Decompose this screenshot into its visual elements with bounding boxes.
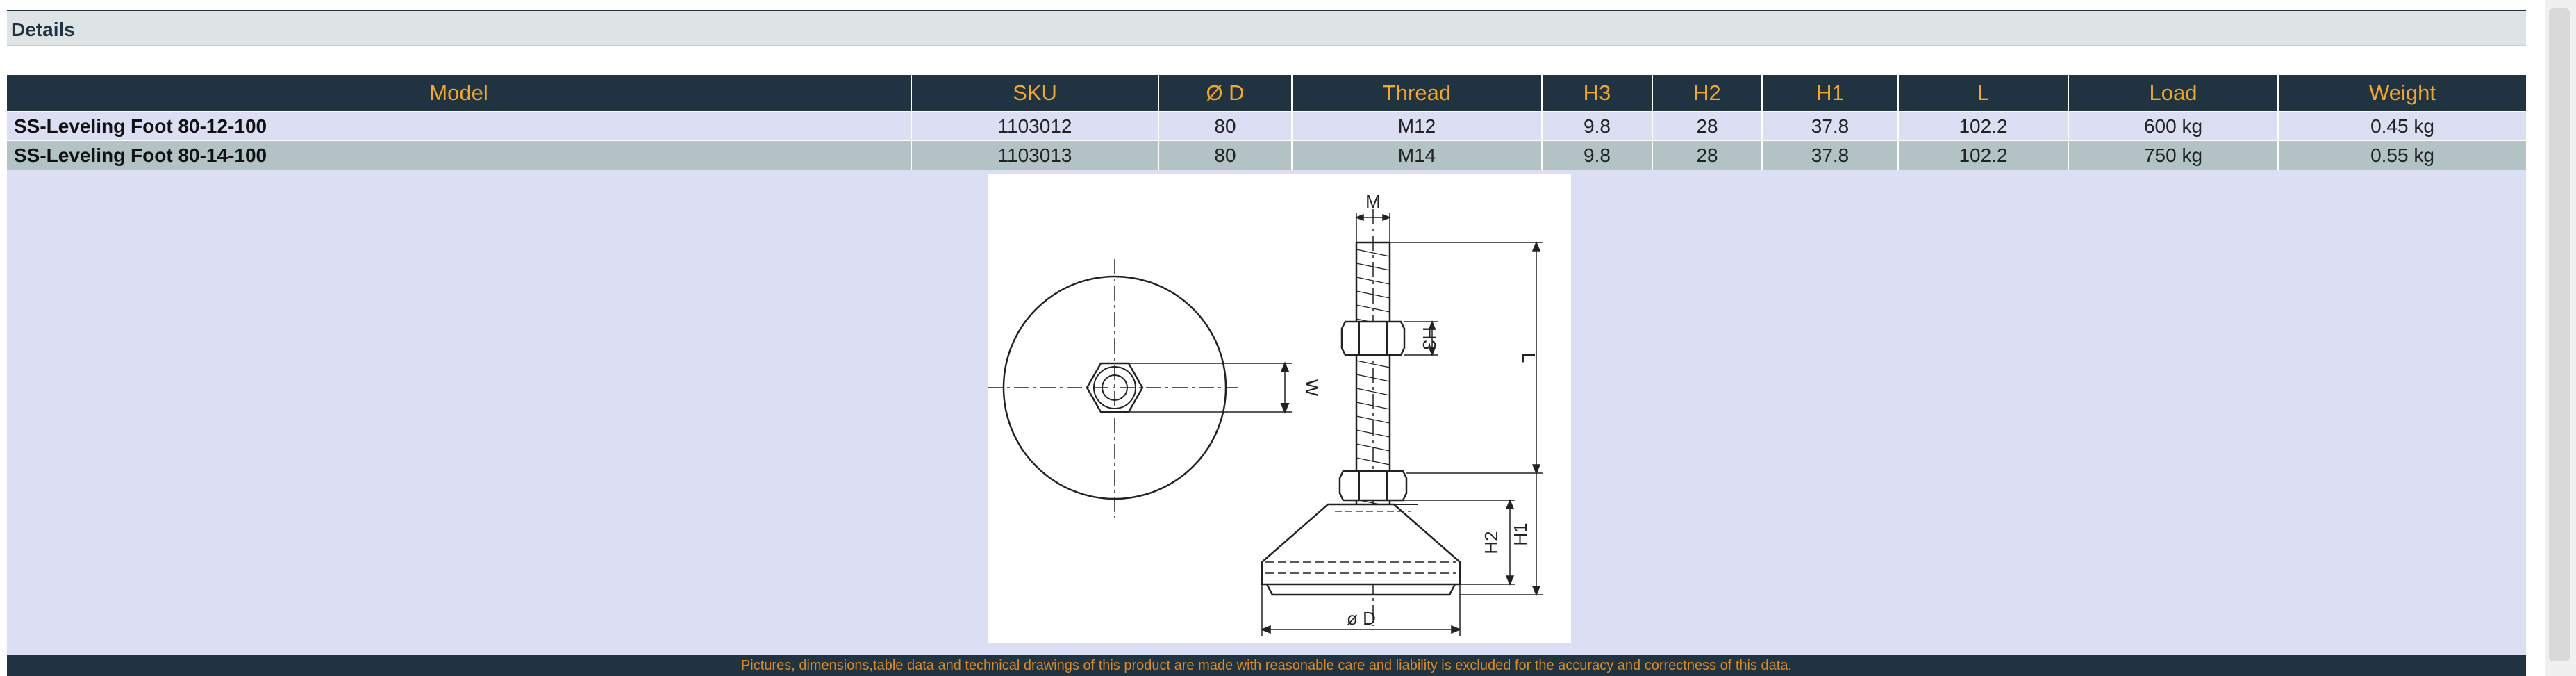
cell-load: 600 kg [2068,111,2279,141]
cell-sku: 1103013 [911,140,1159,170]
dim-label-l: L [1518,353,1539,363]
cell-model: SS-Leveling Foot 80-14-100 [7,140,912,170]
cell-weight: 0.45 kg [2278,111,2526,141]
col-header-sku: SKU [911,75,1159,112]
cell-diameter: 80 [1158,111,1293,141]
dim-label-h2: H2 [1481,531,1502,554]
specs-table: Model SKU Ø D Thread H3 H2 H1 L Load Wei… [7,75,2526,170]
col-header-l: L [1898,75,2069,112]
cell-l: 102.2 [1898,111,2069,141]
side-view [1261,209,1461,626]
col-header-load: Load [2068,75,2279,112]
cell-h2: 28 [1652,140,1763,170]
cell-h3: 9.8 [1542,111,1653,141]
technical-drawing-svg: M W H3 L H2 H1 ø D [988,191,1543,636]
cell-h1: 37.8 [1762,111,1899,141]
cell-l: 102.2 [1898,140,2069,170]
plan-view [988,259,1292,518]
cell-model: SS-Leveling Foot 80-12-100 [7,111,912,141]
details-panel: Model SKU Ø D Thread H3 H2 H1 L Load Wei… [7,75,2526,676]
dim-label-h3: H3 [1419,327,1440,349]
col-header-h1: H1 [1762,75,1899,112]
col-header-weight: Weight [2278,75,2526,112]
technical-drawing: M W H3 L H2 H1 ø D [988,174,1571,643]
cell-h2: 28 [1652,111,1763,141]
dim-label-d: ø D [1347,608,1376,629]
disclaimer-footer: Pictures, dimensions,table data and tech… [7,655,2526,676]
cell-sku: 1103012 [911,111,1159,141]
cell-thread: M14 [1292,140,1543,170]
col-header-h3: H3 [1542,75,1653,112]
cell-h1: 37.8 [1762,140,1899,170]
details-title: Details [11,19,75,40]
col-header-model: Model [7,75,912,112]
col-header-thread: Thread [1292,75,1543,112]
col-header-h2: H2 [1652,75,1763,112]
cell-thread: M12 [1292,111,1543,141]
cell-weight: 0.55 kg [2278,140,2526,170]
details-section-header: Details [7,10,2526,46]
table-row: SS-Leveling Foot 80-12-100 1103012 80 M1… [7,111,2526,141]
dim-label-m: M [1365,191,1381,212]
col-header-diameter: Ø D [1158,75,1293,112]
cell-load: 750 kg [2068,140,2279,170]
cell-h3: 9.8 [1542,140,1653,170]
dim-label-w: W [1302,379,1322,397]
dim-label-h1: H1 [1510,522,1531,545]
table-row: SS-Leveling Foot 80-14-100 1103013 80 M1… [7,140,2526,170]
table-header-row: Model SKU Ø D Thread H3 H2 H1 L Load Wei… [7,75,2526,112]
page-scrollbar-thumb[interactable] [2549,8,2570,661]
cell-diameter: 80 [1158,140,1293,170]
disclaimer-text: Pictures, dimensions,table data and tech… [740,658,1793,673]
